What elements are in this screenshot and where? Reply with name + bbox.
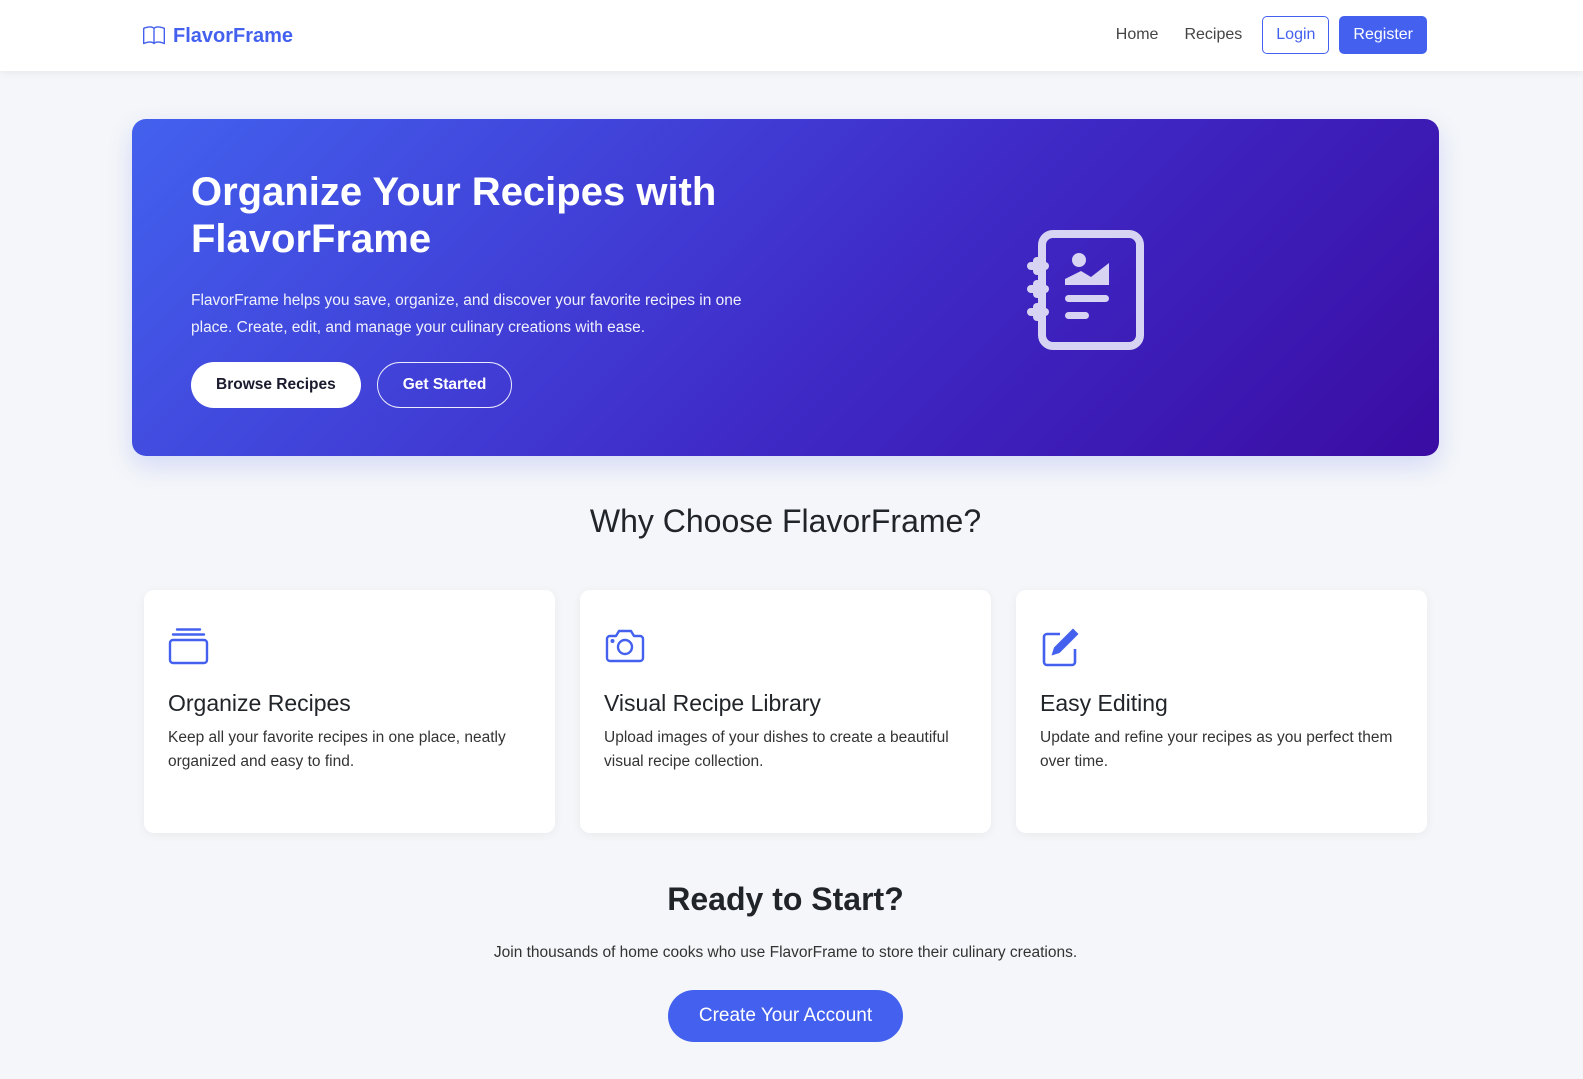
hero-banner: Organize Your Recipes with FlavorFrame F…: [132, 119, 1439, 456]
cta-text: Join thousands of home cooks who use Fla…: [493, 944, 1078, 961]
edit-icon: [1042, 628, 1079, 667]
browse-recipes-button[interactable]: Browse Recipes: [191, 362, 361, 408]
recipe-notebook-icon: [1027, 230, 1144, 350]
feature-title: Organize Recipes: [168, 690, 351, 716]
feature-card-editing: Easy Editing Update and refine your reci…: [1016, 590, 1427, 833]
feature-card-organize: Organize Recipes Keep all your favorite …: [144, 590, 555, 833]
features-title: Why Choose FlavorFrame?: [589, 503, 982, 539]
brand-logo[interactable]: FlavorFrame: [143, 22, 293, 50]
feature-text: Update and refine your recipes as you pe…: [1040, 729, 1393, 770]
feature-text: Keep all your favorite recipes in one pl…: [168, 729, 506, 770]
hero-description: FlavorFrame helps you save, organize, an…: [191, 292, 742, 336]
cta-title: Ready to Start?: [667, 881, 904, 917]
feature-card-visual: Visual Recipe Library Upload images of y…: [580, 590, 991, 833]
nav-home[interactable]: Home: [1116, 26, 1159, 44]
login-button[interactable]: Login: [1262, 16, 1330, 54]
feature-title: Visual Recipe Library: [604, 690, 821, 716]
get-started-button[interactable]: Get Started: [376, 362, 513, 408]
hero-buttons: Browse Recipes Get Started: [191, 362, 513, 408]
register-button[interactable]: Register: [1339, 16, 1427, 54]
book-icon: [143, 26, 165, 45]
camera-icon: [605, 629, 645, 663]
feature-text: Upload images of your dishes to create a…: [604, 729, 949, 770]
navbar: FlavorFrame Home Recipes Login Register: [0, 0, 1583, 71]
nav-recipes[interactable]: Recipes: [1184, 26, 1242, 44]
create-account-button[interactable]: Create Your Account: [668, 990, 903, 1042]
feature-title: Easy Editing: [1040, 690, 1168, 716]
brand-name: FlavorFrame: [173, 24, 294, 47]
collection-icon: [168, 628, 209, 665]
nav-links: Home Recipes Login Register: [1116, 16, 1427, 54]
hero-title: Organize Your Recipes with FlavorFrame: [191, 170, 717, 261]
